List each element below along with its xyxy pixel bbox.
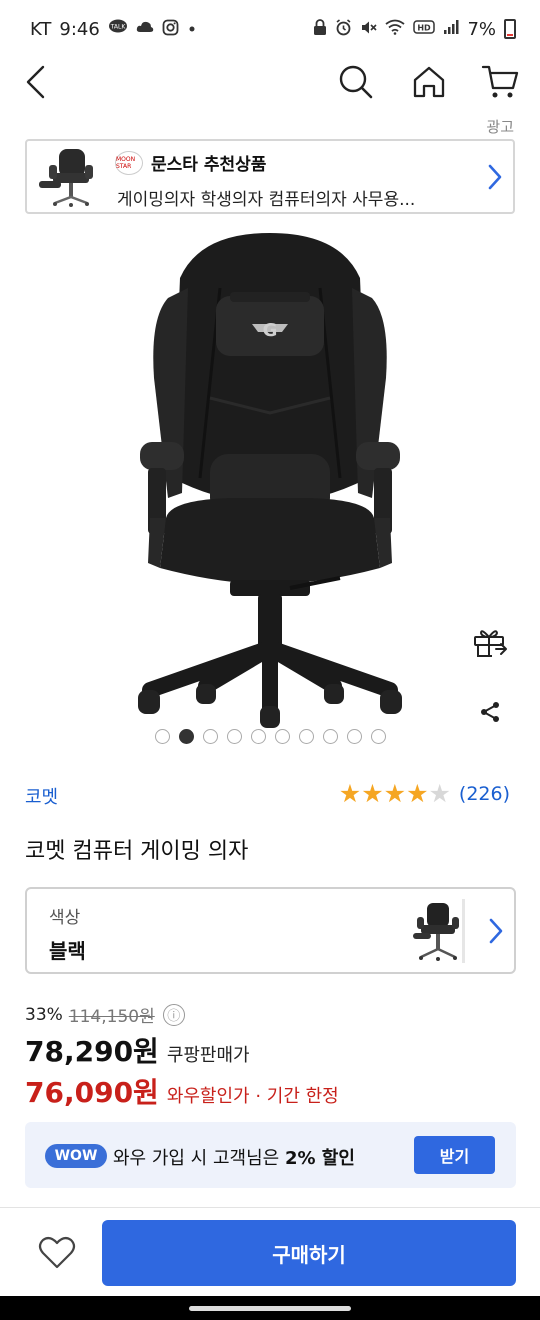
info-icon[interactable]: ⓘ [162,1003,185,1026]
wow-price-line: 76,090원 와우할인가 · 기간 한정 [25,1071,339,1111]
color-option-selector[interactable]: 색상 블랙 [25,887,516,974]
lock-icon [313,18,327,40]
bottom-divider [0,1207,540,1208]
search-button[interactable] [332,58,380,106]
cart-icon [481,65,519,98]
rating[interactable]: ★ ★ ★ ★ ★ (226) [339,781,510,807]
ad-label: 광고 [486,118,514,136]
back-icon [26,65,45,99]
option-thumbnail [413,899,465,963]
star-icon: ★ [383,779,407,808]
star-icon: ★ [338,779,362,808]
gallery-dot[interactable] [322,729,338,744]
product-image: G [138,233,402,728]
star-icon: ★ [361,779,384,808]
product-title: 코멧 컴퓨터 게이밍 의자 [25,839,249,864]
brand-link[interactable]: 코멧 [25,783,58,809]
gallery-dot[interactable] [346,729,362,744]
home-button[interactable] [405,58,453,106]
talk-icon: TALK [108,19,128,39]
sale-price: 78,290원 [25,1035,159,1068]
gallery-dot[interactable] [370,729,386,744]
gallery-dot[interactable] [298,729,314,744]
wifi-icon [385,19,405,39]
svg-text:TALK: TALK [110,24,127,31]
back-button[interactable] [12,58,60,106]
share-icon [481,702,499,722]
buy-button[interactable]: 구매하기 [102,1220,516,1286]
gallery-pagination [0,729,540,744]
option-label: 색상 [49,908,81,928]
home-icon [413,66,445,98]
wow-promo-banner: WOW 와우 가입 시 고객님은 2% 할인 받기 [25,1122,516,1188]
status-right: HD 7% [313,19,516,40]
ad-brand-logo: MOON STAR [115,151,143,175]
share-button[interactable] [470,692,510,732]
home-indicator[interactable] [189,1306,351,1311]
gift-icon [474,630,507,657]
wow-badge: WOW [45,1144,107,1168]
gift-button[interactable] [468,620,512,664]
ad-banner[interactable]: MOON STAR 문스타 추천상품 게이밍의자 학생의자 컴퓨터의자 사무용.… [25,139,515,214]
gallery-dot[interactable] [154,729,170,744]
star-icon: ★ [406,779,429,808]
wow-price: 76,090원 [25,1076,159,1109]
gallery-dot[interactable] [226,729,242,744]
ad-title: 문스타 추천상품 [151,155,267,175]
wow-promo-text-prefix: 와우 가입 시 고객님은 [113,1148,280,1169]
alarm-icon [335,18,352,40]
gallery-dot[interactable] [202,729,218,744]
system-nav-bar [0,1296,540,1320]
heart-icon [38,1236,76,1269]
gallery-dot[interactable] [274,729,290,744]
top-nav [0,58,540,106]
battery-percent: 7% [467,18,496,40]
search-icon [339,65,373,99]
discount-rate: 33% [25,1004,63,1025]
sale-price-label: 쿠팡판매가 [166,1045,250,1066]
cart-button[interactable] [476,58,524,106]
wow-promo-text-bold: 2% 할인 [284,1148,355,1169]
gallery-dot[interactable] [178,729,194,744]
hd-icon: HD [413,19,436,39]
dot-icon [187,20,197,38]
clock: 9:46 [59,18,100,40]
status-left: KT 9:46 TALK [30,19,197,40]
instagram-icon [162,19,179,40]
carrier: KT [30,18,52,40]
battery-icon [504,19,516,39]
chevron-right-icon [489,918,503,944]
original-price-line: 33% 114,150원 ⓘ [25,1002,185,1027]
rating-stars: ★ ★ ★ ★ ★ [339,781,451,807]
svg-text:HD: HD [418,24,432,33]
signal-icon [443,19,459,39]
chevron-right-icon [488,164,502,190]
sale-price-line: 78,290원 쿠팡판매가 [25,1030,250,1070]
review-count: (226) [458,783,510,805]
product-gallery[interactable]: G [0,214,540,754]
wow-price-label: 와우할인가 · 기간 한정 [166,1086,339,1107]
svg-text:G: G [263,320,278,341]
wow-receive-button[interactable]: 받기 [414,1136,495,1174]
ad-subtitle: 게이밍의자 학생의자 컴퓨터의자 사무용... [117,190,416,210]
wow-promo-text: 와우 가입 시 고객님은 2% 할인 [113,1144,355,1170]
star-icon: ★ [428,779,451,808]
original-price: 114,150원 [68,1007,155,1027]
status-bar: KT 9:46 TALK HD 7% [0,0,540,58]
option-value: 블랙 [49,939,86,963]
wishlist-button[interactable] [34,1230,80,1276]
ad-product-image [39,149,93,207]
gallery-dot[interactable] [250,729,266,744]
cloud-icon [136,20,154,38]
mute-icon [360,19,378,40]
